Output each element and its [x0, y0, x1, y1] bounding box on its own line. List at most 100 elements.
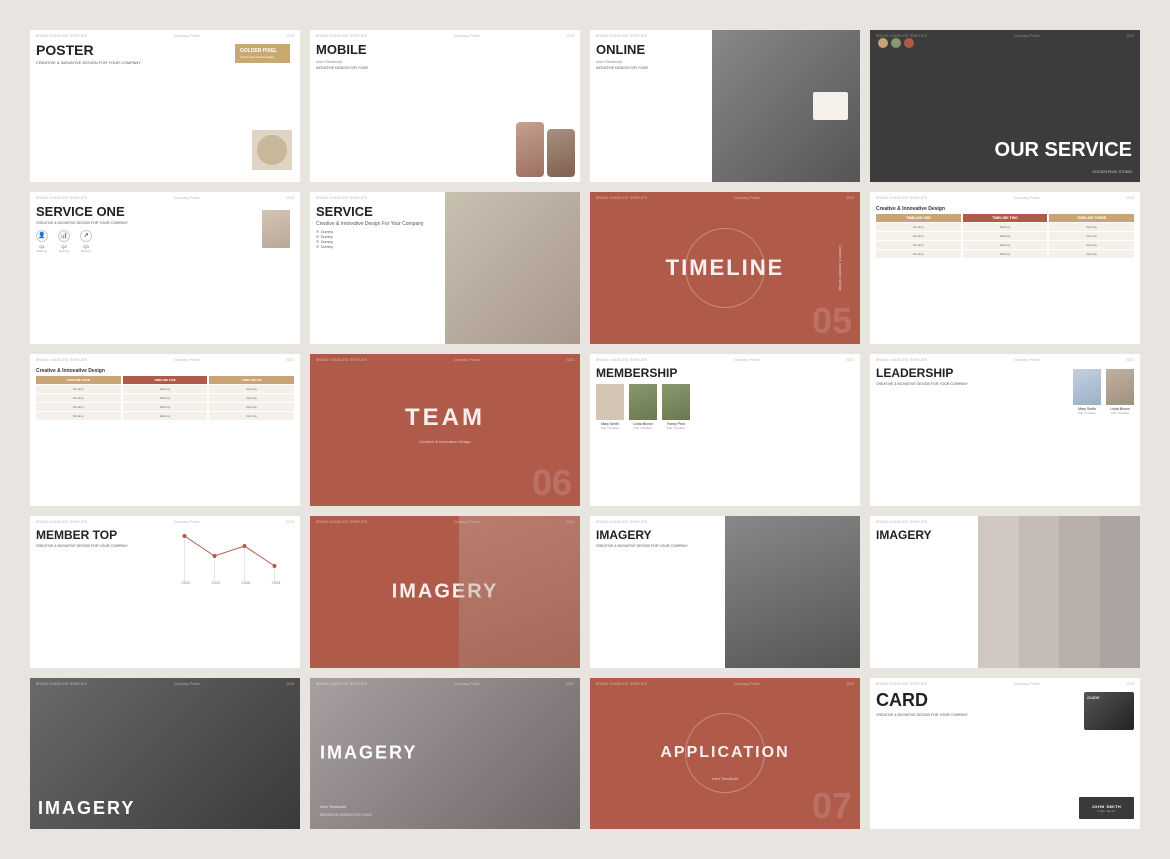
person-card-1: Mary Smith Title / Position	[596, 384, 624, 430]
slide-online: BRAND GUIDELINE TEMPLATE Company Profile…	[590, 30, 860, 182]
slide-label: BRAND GUIDELINE TEMPLATE	[36, 682, 87, 686]
slide-year: 2023	[846, 196, 854, 200]
tfd-1-3: Dummy	[209, 385, 294, 393]
person-card-3: Fanny Prior Title / Position	[662, 384, 690, 430]
slide-mobile: BRAND GUIDELINE TEMPLATE Company Profile…	[310, 30, 580, 182]
app-title: APPLICATION	[660, 744, 789, 762]
tfd-2-3: Dummy	[209, 394, 294, 402]
slide-label: BRAND GUIDELINE TEMPLATE	[316, 358, 367, 362]
timeline-title: TIMELINE	[666, 255, 785, 281]
svg-text:2026: 2026	[242, 580, 252, 585]
td-1-1: Dummy	[876, 223, 961, 231]
slide-year: 2023	[286, 34, 294, 38]
service-image-inner	[445, 192, 580, 344]
slide-timeline: BRAND GUIDELINE TEMPLATE Company Profile…	[590, 192, 860, 344]
leadership-ptitle-1: Title / Position	[1073, 411, 1101, 415]
slide-label: BRAND GUIDELINE TEMPLATE	[316, 520, 367, 524]
person-title-1: Title / Position	[596, 426, 624, 430]
tfd-2-2: Dummy	[123, 394, 208, 402]
td-3-2: Dummy	[963, 241, 1048, 249]
svg-text:2022: 2022	[182, 580, 192, 585]
tfd-3-3: Dummy	[209, 403, 294, 411]
slide-label: BRAND GUIDELINE TEMPLATE	[36, 34, 87, 38]
slide-imagery-dark: BRAND GUIDELINE TEMPLATE Company Profile…	[590, 516, 860, 668]
app-sub: Inter Semibold	[712, 776, 738, 781]
serviceone-icons: 👤 Q1 Dummy 📊 Q2 Dummy ↗ Q3 Dummy	[36, 230, 294, 253]
slide-company: Company Profile	[734, 196, 760, 200]
circle-2	[891, 38, 901, 48]
leadership-person-2: Linda Brown Title / Position	[1106, 369, 1134, 415]
tt-th-2: TIMELINE TWO	[963, 214, 1048, 222]
name-card: JOHN SMITH Title Here	[1079, 797, 1134, 819]
serviceone-icon-3: ↗ Q3 Dummy	[80, 230, 92, 253]
service-image	[445, 192, 580, 344]
leadership-img-1	[1073, 369, 1101, 405]
person-img-1	[596, 384, 624, 420]
card-guide-label: GUIDE	[1087, 695, 1100, 700]
phone-2	[547, 129, 575, 177]
membertop-svg: 2022 2024 2026 2028	[157, 526, 292, 586]
slide-serviceone: BRAND GUIDELINE TEMPLATE Company Profile…	[30, 192, 300, 344]
slide-label: BRAND GUIDELINE TEMPLATE	[596, 358, 647, 362]
ourservice-title: OUR SERVICE	[995, 139, 1132, 162]
slide-year: 2023	[1126, 358, 1134, 362]
slide-year: 2023	[566, 682, 574, 686]
leadership-person-1: Mary Smith Title / Position	[1073, 369, 1101, 415]
td-4-2: Dummy	[963, 250, 1048, 258]
slide-year: 2023	[286, 358, 294, 362]
serviceone-body: CREATIVE & INOVATIVE DESIGN FOR YOUR COM…	[36, 221, 294, 226]
slide-label: BRAND GUIDELINE TEMPLATE	[876, 196, 927, 200]
person-icon: 👤	[38, 232, 45, 239]
tf-title: Creative & Innovative Design	[36, 368, 294, 374]
tfd-1-1: Dummy	[36, 385, 121, 393]
tfd-4-3: Dummy	[209, 412, 294, 420]
slide-service: BRAND GUIDELINE TEMPLATE Company Profile…	[310, 192, 580, 344]
slide-company: Company Profile	[734, 358, 760, 362]
person-strip-3	[1059, 516, 1100, 668]
tfd-4-2: Dummy	[123, 412, 208, 420]
leadership-img-2	[1106, 369, 1134, 405]
serviceone-icon-circle-3: ↗	[80, 230, 92, 242]
circle-1	[878, 38, 888, 48]
team-title: TEAM	[405, 404, 485, 432]
slide-company: Company Profile	[454, 34, 480, 38]
team-sub: Creative & Innovative Design	[419, 439, 471, 445]
slide-label: BRAND GUIDELINE TEMPLATE	[316, 196, 367, 200]
membership-persons: Mary Smith Title / Position Linda Brown …	[596, 384, 854, 430]
slide-header-leadership: BRAND GUIDELINE TEMPLATE Company Profile…	[870, 354, 1140, 364]
tt-header: TIMELINE ONE TIMELINE TWO TIMELINE THREE	[876, 214, 1134, 222]
slide-ourservice: BRAND GUIDELINE TEMPLATE Company Profile…	[870, 30, 1140, 182]
slide-label: BRAND GUIDELINE TEMPLATE	[36, 196, 87, 200]
big-imagery1-title: IMAGERY	[38, 798, 135, 819]
dot-1	[316, 230, 319, 233]
td-4-3: Dummy	[1049, 250, 1134, 258]
slide-timeline-table: BRAND GUIDELINE TEMPLATE Company Profile…	[870, 192, 1140, 344]
card-visual: GUIDE	[1084, 692, 1134, 730]
slide-poster: BRAND GUIDELINE TEMPLATE Company Profile…	[30, 30, 300, 182]
slide-company: Company Profile	[1014, 682, 1040, 686]
tt-title: Creative & Innovative Design	[876, 206, 1134, 212]
slide-company: Company Profile	[734, 682, 760, 686]
serviceone-portrait	[262, 210, 290, 248]
poster-gold-sub: This is your best template	[240, 55, 285, 59]
slide-company: Company Profile	[174, 358, 200, 362]
slide-big-imagery2: BRAND GUIDELINE TEMPLATE Company Profile…	[310, 678, 580, 830]
tt-tr-1: DummyDummyDummy	[876, 223, 1134, 231]
tf-th-3: TIMELINE SIX	[209, 376, 294, 384]
arrow-icon: ↗	[83, 232, 88, 239]
membership-title: MEMBERSHIP	[596, 366, 854, 380]
td-2-1: Dummy	[876, 232, 961, 240]
name-card-text: JOHN SMITH Title Here	[1092, 804, 1122, 813]
slide-header-app: BRAND GUIDELINE TEMPLATE Company Profile…	[590, 678, 860, 690]
td-2-2: Dummy	[963, 232, 1048, 240]
slide-label: BRAND GUIDELINE TEMPLATE	[876, 682, 927, 686]
tf-header: TIMELINE FOUR TIMELINE FIVE TIMELINE SIX	[36, 376, 294, 384]
slide-company: Company Profile	[1014, 358, 1040, 362]
dot-3	[316, 240, 319, 243]
mobile-phones	[516, 38, 575, 177]
big-imagery2-body: INOVATIVE DESIGN FOR YOUR	[320, 813, 372, 817]
slide-company: Company Profile	[174, 34, 200, 38]
tf-body: DummyDummyDummy DummyDummyDummy DummyDum…	[36, 385, 294, 420]
poster-gold-box: GOLDEN PIXEL This is your best template	[235, 44, 290, 63]
serviceone-label-3: Dummy	[80, 249, 92, 253]
